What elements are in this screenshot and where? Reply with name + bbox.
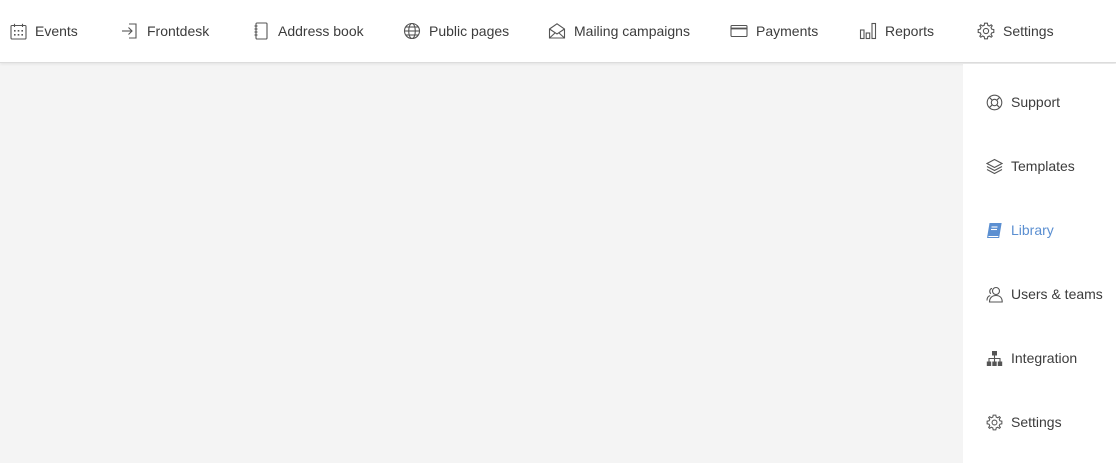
- nav-item-label: Reports: [885, 23, 935, 39]
- menu-item-label: Settings: [1011, 414, 1062, 430]
- menu-item-label: Templates: [1011, 158, 1075, 174]
- settings-dropdown-menu: Support Templates Library Users & teams …: [963, 64, 1116, 463]
- nav-item-label: Address book: [278, 23, 364, 39]
- menu-item-integration[interactable]: Integration: [985, 347, 1077, 369]
- nav-item-label: Public pages: [429, 23, 510, 39]
- bar-chart-icon: [859, 22, 877, 40]
- menu-item-label: Integration: [1011, 350, 1078, 366]
- nav-item-events[interactable]: Events: [9, 0, 78, 62]
- main-content-area: [0, 64, 1116, 463]
- address-book-icon: [252, 22, 270, 40]
- users-icon: [985, 285, 1003, 303]
- globe-icon: [403, 22, 421, 40]
- menu-item-templates[interactable]: Templates: [985, 155, 1075, 177]
- nav-item-mailing-campaigns[interactable]: Mailing campaigns: [548, 0, 690, 62]
- nav-item-payments[interactable]: Payments: [730, 0, 818, 62]
- nav-item-public-pages[interactable]: Public pages: [403, 0, 509, 62]
- gear-icon: [985, 413, 1003, 431]
- sign-in-icon: [121, 22, 139, 40]
- envelope-open-icon: [548, 22, 566, 40]
- menu-item-users-teams[interactable]: Users & teams: [985, 283, 1103, 305]
- nav-item-settings[interactable]: Settings: [977, 0, 1054, 62]
- menu-item-library[interactable]: Library: [985, 219, 1054, 241]
- nav-item-frontdesk[interactable]: Frontdesk: [121, 0, 209, 62]
- nav-item-label: Payments: [756, 23, 819, 39]
- gear-icon: [977, 22, 995, 40]
- nav-item-label: Events: [35, 23, 78, 39]
- menu-item-label: Users & teams: [1011, 286, 1103, 302]
- life-ring-icon: [985, 93, 1003, 111]
- book-icon: [985, 221, 1003, 239]
- menu-item-label: Library: [1011, 222, 1054, 238]
- credit-card-icon: [730, 22, 748, 40]
- menu-item-support[interactable]: Support: [985, 91, 1060, 113]
- sitemap-icon: [985, 349, 1003, 367]
- nav-item-label: Settings: [1003, 23, 1054, 39]
- nav-item-label: Frontdesk: [147, 23, 210, 39]
- nav-item-reports[interactable]: Reports: [859, 0, 934, 62]
- top-navigation-bar: Events Frontdesk Address book Public pag…: [0, 0, 1116, 63]
- layers-icon: [985, 157, 1003, 175]
- calendar-icon: [9, 22, 27, 40]
- menu-item-label: Support: [1011, 94, 1061, 110]
- menu-item-settings[interactable]: Settings: [985, 411, 1062, 433]
- nav-item-label: Mailing campaigns: [574, 23, 690, 39]
- nav-item-address-book[interactable]: Address book: [252, 0, 364, 62]
